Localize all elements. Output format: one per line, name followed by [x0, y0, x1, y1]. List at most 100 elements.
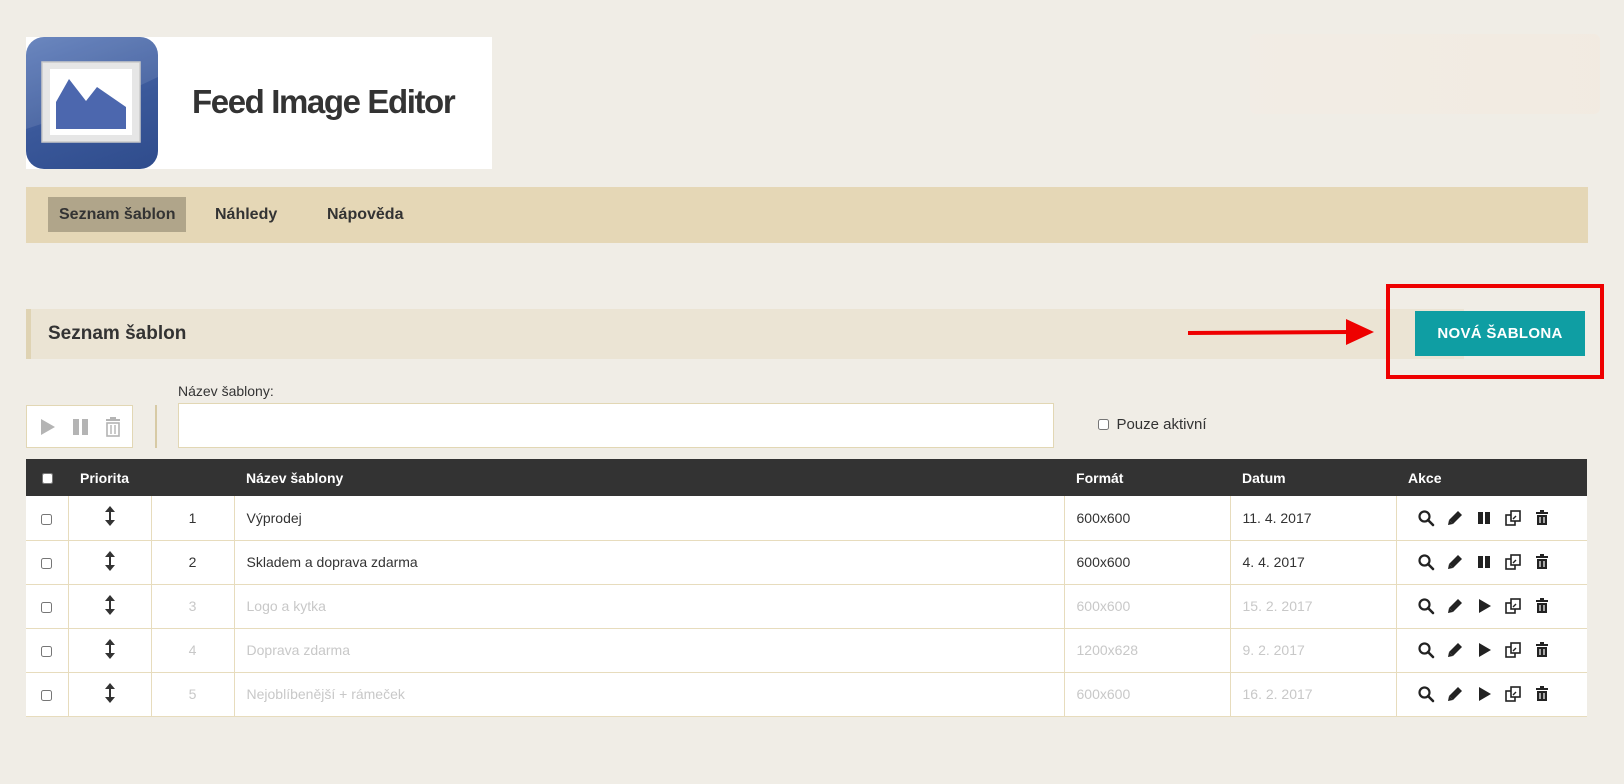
- row-priority: 4: [150, 628, 235, 672]
- row-select-cell: [26, 628, 68, 672]
- row-date: 4. 4. 2017: [1229, 540, 1397, 584]
- only-active-label[interactable]: Pouze aktivní: [1116, 416, 1206, 433]
- table-header-row: Priorita Název šablony Formát Datum Akce: [26, 459, 1588, 496]
- row-select-cell: [26, 672, 68, 716]
- annotation-arrow: [1188, 319, 1374, 345]
- search-icon[interactable]: [1417, 509, 1435, 527]
- trash-icon[interactable]: [1533, 509, 1551, 527]
- nav-item-help[interactable]: Nápověda: [316, 197, 414, 232]
- vertical-arrows-icon[interactable]: [104, 682, 116, 706]
- image-landscape-icon[interactable]: [26, 37, 158, 169]
- play-icon[interactable]: [1475, 641, 1493, 659]
- trash-icon[interactable]: [1533, 553, 1551, 571]
- name-filter-input[interactable]: [178, 403, 1054, 448]
- name-filter-label: Název šablony:: [178, 383, 274, 399]
- trash-icon[interactable]: [1533, 685, 1551, 703]
- row-date: 16. 2. 2017: [1229, 672, 1397, 716]
- new-template-button[interactable]: NOVÁ ŠABLONA: [1415, 311, 1585, 356]
- row-date: 15. 2. 2017: [1229, 584, 1397, 628]
- row-sort-cell: [67, 628, 151, 672]
- row-actions: [1395, 496, 1588, 540]
- pencil-icon[interactable]: [1446, 509, 1464, 527]
- row-actions: [1395, 540, 1588, 584]
- trash-icon[interactable]: [1533, 641, 1551, 659]
- copy-icon[interactable]: [1504, 685, 1522, 703]
- play-icon[interactable]: [1475, 597, 1493, 615]
- app-title: Feed Image Editor: [192, 83, 456, 120]
- row-sort-cell: [67, 496, 151, 540]
- vertical-arrows-icon[interactable]: [104, 594, 116, 618]
- header-decoration: [1250, 34, 1600, 114]
- column-header-name[interactable]: Název šablony: [234, 459, 1064, 496]
- row-sort-cell: [67, 672, 151, 716]
- column-header-priority[interactable]: Priorita: [68, 459, 234, 496]
- row-checkbox[interactable]: [41, 513, 53, 525]
- copy-icon[interactable]: [1504, 553, 1522, 571]
- search-icon[interactable]: [1417, 597, 1435, 615]
- only-active-checkbox[interactable]: [1098, 419, 1109, 431]
- row-format: 600x600: [1063, 672, 1231, 716]
- row-sort-cell: [67, 584, 151, 628]
- table-row[interactable]: 3 Logo a kytka 600x600 15. 2. 2017: [26, 584, 1588, 628]
- row-format: 600x600: [1063, 540, 1231, 584]
- row-priority: 3: [150, 584, 235, 628]
- copy-icon[interactable]: [1504, 597, 1522, 615]
- row-name: Skladem a doprava zdarma: [233, 540, 1065, 584]
- row-checkbox[interactable]: [41, 557, 53, 569]
- table-row[interactable]: 1 Výprodej 600x600 11. 4. 2017: [26, 496, 1588, 540]
- table-row[interactable]: 5 Nejoblíbenější + rámeček 600x600 16. 2. 2…: [26, 672, 1588, 716]
- toolbar-divider: [155, 405, 157, 448]
- trash-icon[interactable]: [1533, 597, 1551, 615]
- section-title: Seznam šablon: [48, 323, 187, 344]
- row-actions: [1395, 584, 1588, 628]
- row-format: 600x600: [1063, 496, 1231, 540]
- pause-icon[interactable]: [69, 415, 93, 439]
- search-icon[interactable]: [1417, 553, 1435, 571]
- row-select-cell: [26, 496, 68, 540]
- row-checkbox[interactable]: [41, 601, 53, 613]
- nav-item-previews[interactable]: Náhledy: [204, 197, 288, 232]
- row-format: 1200x628: [1063, 628, 1231, 672]
- app-header: Feed Image Editor: [26, 37, 492, 169]
- bulk-actions: [26, 405, 133, 448]
- row-checkbox[interactable]: [41, 689, 53, 701]
- play-icon[interactable]: [1475, 685, 1493, 703]
- trash-icon[interactable]: [101, 415, 125, 439]
- search-icon[interactable]: [1417, 641, 1435, 659]
- row-date: 9. 2. 2017: [1229, 628, 1397, 672]
- row-actions: [1395, 672, 1588, 716]
- only-active-filter: Pouze aktivní: [1098, 416, 1207, 434]
- row-date: 11. 4. 2017: [1229, 496, 1397, 540]
- select-all-checkbox[interactable]: [41, 473, 53, 485]
- row-select-cell: [26, 540, 68, 584]
- row-select-cell: [26, 584, 68, 628]
- vertical-arrows-icon[interactable]: [104, 638, 116, 662]
- column-header-format[interactable]: Formát: [1064, 459, 1230, 496]
- row-priority: 1: [150, 496, 235, 540]
- row-name: Nejoblíbenější + rámeček: [233, 672, 1065, 716]
- main-nav: Seznam šablon Náhledy Nápověda: [26, 187, 1588, 243]
- row-sort-cell: [67, 540, 151, 584]
- row-format: 600x600: [1063, 584, 1231, 628]
- row-priority: 2: [150, 540, 235, 584]
- select-all-cell: [26, 459, 68, 496]
- pencil-icon[interactable]: [1446, 641, 1464, 659]
- copy-icon[interactable]: [1504, 641, 1522, 659]
- table-row[interactable]: 4 Doprava zdarma 1200x628 9. 2. 2017: [26, 628, 1588, 672]
- play-icon[interactable]: [35, 415, 59, 439]
- column-header-date[interactable]: Datum: [1230, 459, 1396, 496]
- pencil-icon[interactable]: [1446, 597, 1464, 615]
- nav-item-templates[interactable]: Seznam šablon: [48, 197, 187, 232]
- vertical-arrows-icon[interactable]: [104, 550, 116, 574]
- copy-icon[interactable]: [1504, 509, 1522, 527]
- row-name: Doprava zdarma: [233, 628, 1065, 672]
- row-checkbox[interactable]: [41, 645, 53, 657]
- pencil-icon[interactable]: [1446, 685, 1464, 703]
- search-icon[interactable]: [1417, 685, 1435, 703]
- vertical-arrows-icon[interactable]: [104, 506, 116, 529]
- pause-icon[interactable]: [1475, 509, 1493, 527]
- templates-table: Priorita Název šablony Formát Datum Akce…: [26, 459, 1588, 717]
- pause-icon[interactable]: [1475, 553, 1493, 571]
- table-row[interactable]: 2 Skladem a doprava zdarma 600x600 4. 4. 20…: [26, 540, 1588, 584]
- pencil-icon[interactable]: [1446, 553, 1464, 571]
